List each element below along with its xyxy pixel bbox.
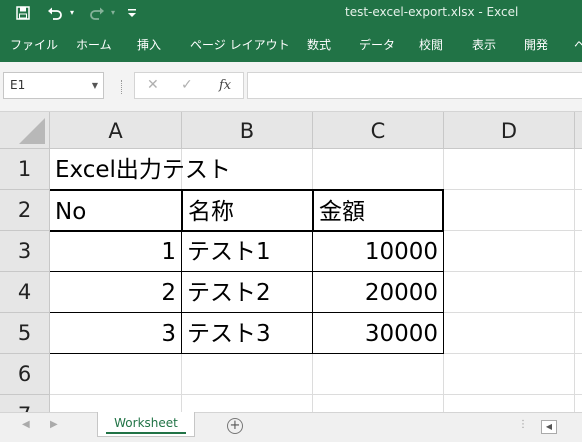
select-all-button[interactable] (0, 112, 50, 149)
cell-a1[interactable]: Excel出力テスト (50, 149, 310, 189)
more-options-icon[interactable]: ⋮ (518, 419, 528, 430)
cancel-icon[interactable]: ✕ (147, 73, 159, 98)
window-title: test-excel-export.xlsx - Excel (345, 5, 519, 19)
sheet-tab-worksheet[interactable]: Worksheet (97, 412, 195, 437)
tab-review[interactable]: 校閲 (419, 25, 443, 62)
tab-data[interactable]: データ (359, 25, 395, 62)
cell-b2[interactable]: 名称 (183, 191, 312, 231)
tab-formulas[interactable]: 数式 (307, 25, 331, 62)
row-header-3[interactable]: 3 (0, 231, 50, 272)
sheet-tab-bar: ◀ ▶ Worksheet + ⋮ ◀ (0, 412, 582, 442)
enter-icon[interactable]: ✓ (181, 73, 193, 98)
table-border (442, 189, 444, 231)
name-box[interactable]: E1 ▼ (3, 72, 104, 99)
cell-c3[interactable]: 10000 (313, 231, 443, 271)
chevron-down-icon[interactable]: ▼ (92, 73, 98, 98)
insert-function-icon[interactable]: fx (219, 73, 231, 98)
scroll-left-icon[interactable]: ◀ (541, 420, 557, 434)
cell-a4[interactable]: 2 (50, 272, 181, 312)
sheet-tab-label: Worksheet (114, 416, 178, 430)
formula-bar: E1 ▼ ✕ ✓ fx (0, 62, 582, 112)
tab-file[interactable]: ファイル (10, 25, 58, 62)
row-header-5[interactable]: 5 (0, 313, 50, 354)
cell-c5[interactable]: 30000 (313, 313, 443, 353)
row-header-1[interactable]: 1 (0, 149, 50, 190)
row-header-7[interactable]: 7 (0, 395, 50, 412)
table-border (443, 231, 444, 354)
tab-home[interactable]: ホーム (76, 25, 112, 62)
spreadsheet-grid[interactable]: A B C D 1 2 3 4 5 6 7 Excel出力テスト No 名称 金… (0, 112, 582, 412)
column-header-c[interactable]: C (313, 112, 444, 149)
tab-developer[interactable]: 開発 (524, 25, 548, 62)
formula-buttons: ✕ ✓ fx (134, 72, 244, 99)
tab-view[interactable]: 表示 (472, 25, 496, 62)
ribbon-tab-bar: ファイル ホーム 挿入 ページ レイアウト 数式 データ 校閲 表示 開発 ヘ (0, 25, 582, 62)
add-sheet-icon[interactable]: + (227, 418, 243, 434)
column-header-d[interactable]: D (444, 112, 575, 149)
column-header-a[interactable]: A (50, 112, 182, 149)
cell-b5[interactable]: テスト3 (182, 313, 312, 353)
column-header-e[interactable] (575, 112, 582, 149)
cell-b4[interactable]: テスト2 (182, 272, 312, 312)
row-header-6[interactable]: 6 (0, 354, 50, 395)
tab-insert[interactable]: 挿入 (137, 25, 161, 62)
cell-a2[interactable]: No (50, 191, 181, 231)
cell-a5[interactable]: 3 (50, 313, 181, 353)
cell-c4[interactable]: 20000 (313, 272, 443, 312)
title-bar: ▾ ▾ test-excel-export.xlsx - Excel (0, 0, 582, 25)
cell-c2[interactable]: 金額 (314, 191, 442, 231)
cell-b3[interactable]: テスト1 (182, 231, 312, 271)
tab-page-layout[interactable]: ページ レイアウト (190, 25, 290, 62)
column-header-b[interactable]: B (182, 112, 313, 149)
next-sheet-icon[interactable]: ▶ (50, 419, 58, 430)
prev-sheet-icon[interactable]: ◀ (22, 419, 30, 430)
cell-a3[interactable]: 1 (50, 231, 181, 271)
row-header-4[interactable]: 4 (0, 272, 50, 313)
formula-bar-divider[interactable] (121, 80, 122, 94)
row-header-2[interactable]: 2 (0, 190, 50, 231)
active-sheet-indicator (106, 432, 186, 434)
formula-input[interactable] (247, 72, 582, 99)
gridline (50, 394, 582, 395)
tab-help[interactable]: ヘ (574, 25, 582, 62)
table-border (50, 353, 444, 354)
name-box-value: E1 (10, 78, 26, 92)
